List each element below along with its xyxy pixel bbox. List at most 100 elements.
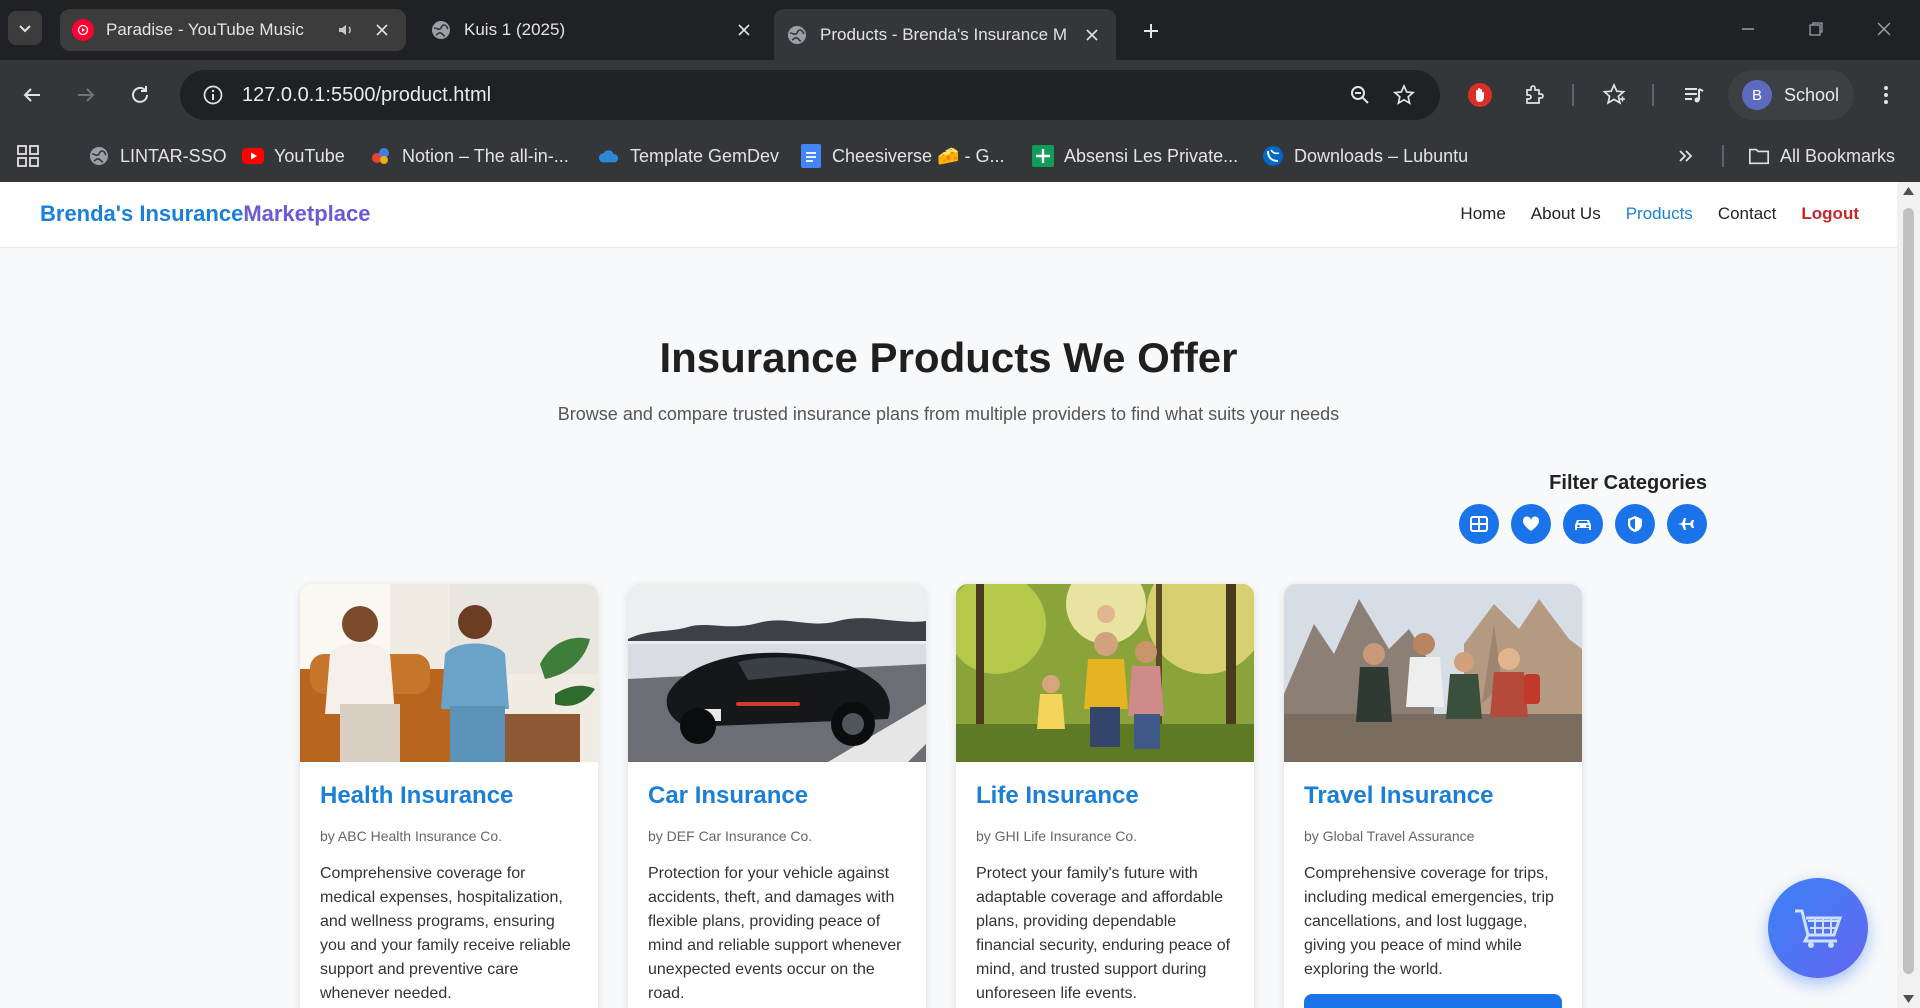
car-icon (1575, 520, 1591, 530)
product-provider: by GHI Life Insurance Co. (976, 828, 1138, 844)
bookmark-absensi[interactable]: Absensi Les Private... (1032, 140, 1238, 172)
product-description: Protect your family's future with adapta… (976, 865, 1231, 1002)
address-bar[interactable]: 127.0.0.1:5500/product.html (180, 70, 1440, 120)
apps-grid-icon (17, 145, 39, 167)
profile-name: School (1784, 84, 1840, 105)
browser-toolbar: 127.0.0.1:5500/product.html B School (0, 60, 1920, 130)
product-card-car[interactable]: Car Insurance by DEF Car Insurance Co. P… (628, 584, 926, 1008)
extensions-puzzle-icon[interactable] (1516, 77, 1552, 113)
bookmark-downloads-lubuntu[interactable]: Downloads – Lubuntu (1262, 140, 1468, 172)
toolbar-divider (1652, 84, 1654, 106)
bookmark-label: Absensi Les Private... (1064, 145, 1239, 166)
page-title: Insurance Products We Offer (659, 334, 1238, 381)
bookmark-star-icon[interactable] (1382, 73, 1426, 117)
toolbar-divider (1572, 84, 1574, 106)
globe-icon (430, 19, 452, 41)
arrow-left-icon (23, 88, 40, 102)
scrollbar-thumb[interactable] (1903, 208, 1914, 974)
filter-all-button[interactable] (1459, 504, 1499, 544)
product-card-travel[interactable]: Travel Insurance by Global Travel Assura… (1284, 584, 1582, 1008)
minimize-button[interactable] (1728, 12, 1768, 46)
forward-button[interactable] (68, 77, 104, 113)
browser-menu-icon[interactable] (1868, 77, 1904, 113)
shield-icon (1628, 516, 1642, 532)
filter-car-button[interactable] (1563, 504, 1603, 544)
product-name[interactable]: Travel Insurance (1304, 782, 1562, 810)
more-bookmarks-button[interactable] (1676, 140, 1696, 172)
tab-title: Paradise - YouTube Music (106, 20, 304, 39)
product-description: Comprehensive coverage for trips, includ… (1304, 865, 1554, 978)
product-card-life[interactable]: Life Insurance by GHI Life Insurance Co.… (956, 584, 1254, 1008)
bookmark-lintar[interactable]: LINTAR-SSO (88, 140, 227, 172)
product-name[interactable]: Life Insurance (976, 782, 1234, 810)
bookmark-template-gemdev[interactable]: Template GemDev (598, 140, 779, 172)
bookmarks-bar: LINTAR-SSO YouTube Notion – The all-in-.… (0, 130, 1920, 182)
bookmarks-divider (1722, 145, 1724, 167)
bookmark-notion[interactable]: Notion – The all-in-... (370, 140, 569, 172)
folder-icon (1748, 145, 1770, 167)
page-scrollbar[interactable] (1897, 182, 1920, 1008)
close-tab-icon[interactable] (370, 18, 394, 42)
bookmark-youtube[interactable]: YouTube (242, 140, 345, 172)
nav-about[interactable]: About Us (1531, 204, 1601, 224)
nav-contact[interactable]: Contact (1718, 204, 1777, 224)
bookmark-label: Notion – The all-in-... (402, 145, 569, 166)
filter-buttons (1459, 504, 1707, 544)
url-text[interactable]: 127.0.0.1:5500/product.html (242, 84, 1338, 107)
tab-search-button[interactable] (8, 11, 42, 45)
restore-button[interactable] (1796, 12, 1836, 46)
scroll-up-arrow-icon[interactable] (1902, 186, 1915, 196)
tab-bar: Paradise - YouTube Music Kuis 1 (2025) P… (0, 0, 1920, 60)
globe-icon (88, 145, 110, 167)
bookmark-label: LINTAR-SSO (120, 145, 227, 166)
site-menu: Home About Us Products Contact Logout (1435, 204, 1859, 224)
nav-home[interactable]: Home (1460, 204, 1505, 224)
product-provider: by ABC Health Insurance Co. (320, 828, 503, 844)
filter-health-button[interactable] (1511, 504, 1551, 544)
cart-floating-button[interactable] (1768, 878, 1868, 978)
tab-title: Kuis 1 (2025) (464, 20, 566, 39)
filter-travel-button[interactable] (1667, 504, 1707, 544)
family-photo (956, 584, 1254, 762)
product-name[interactable]: Health Insurance (320, 782, 578, 810)
reload-button[interactable] (122, 77, 158, 113)
product-action-button[interactable] (1304, 994, 1562, 1008)
plus-icon (1144, 24, 1158, 38)
close-tab-icon[interactable] (732, 18, 756, 42)
tab-products-active[interactable]: Products - Brenda's Insurance M (774, 9, 1116, 60)
site-info-icon[interactable] (188, 70, 238, 120)
profile-button[interactable]: B School (1728, 70, 1854, 120)
close-icon (1877, 22, 1891, 36)
site-logo[interactable]: Brenda's InsuranceMarketplace (40, 201, 371, 227)
scroll-down-arrow-icon[interactable] (1902, 994, 1915, 1004)
close-window-button[interactable] (1864, 12, 1904, 46)
bookmark-label: Template GemDev (630, 145, 780, 166)
logo-part-brand: Brenda's Insurance (40, 201, 244, 226)
new-tab-button[interactable] (1134, 14, 1168, 48)
zoom-icon[interactable] (1338, 73, 1382, 117)
filter-life-button[interactable] (1615, 504, 1655, 544)
media-controls-icon[interactable] (1676, 77, 1712, 113)
nav-logout[interactable]: Logout (1801, 204, 1859, 224)
product-grid: Health Insurance by ABC Health Insurance… (300, 584, 1582, 1008)
grid-icon (1470, 516, 1488, 532)
product-name[interactable]: Car Insurance (648, 782, 906, 810)
speaker-icon[interactable] (334, 18, 358, 42)
bookmark-cheesiverse[interactable]: Cheesiverse 🧀 - G... (800, 140, 1004, 172)
product-card-health[interactable]: Health Insurance by ABC Health Insurance… (300, 584, 598, 1008)
favorites-icon[interactable] (1596, 77, 1632, 113)
nav-products[interactable]: Products (1626, 204, 1693, 224)
extension-blocker-icon[interactable] (1462, 77, 1498, 113)
filter-title: Filter Categories (1549, 472, 1707, 494)
chevron-down-icon (19, 25, 31, 33)
youtube-icon (242, 145, 264, 167)
tab-youtube-music[interactable]: Paradise - YouTube Music (60, 9, 406, 51)
back-button[interactable] (14, 77, 50, 113)
apps-button[interactable] (16, 140, 40, 172)
all-bookmarks-button[interactable]: All Bookmarks (1748, 140, 1895, 172)
bookmark-label: Cheesiverse 🧀 - G... (832, 145, 1005, 166)
hikers-photo (1284, 584, 1582, 762)
sheets-icon (1032, 145, 1054, 167)
tab-kuis[interactable]: Kuis 1 (2025) (418, 9, 768, 51)
close-tab-icon[interactable] (1080, 23, 1104, 47)
